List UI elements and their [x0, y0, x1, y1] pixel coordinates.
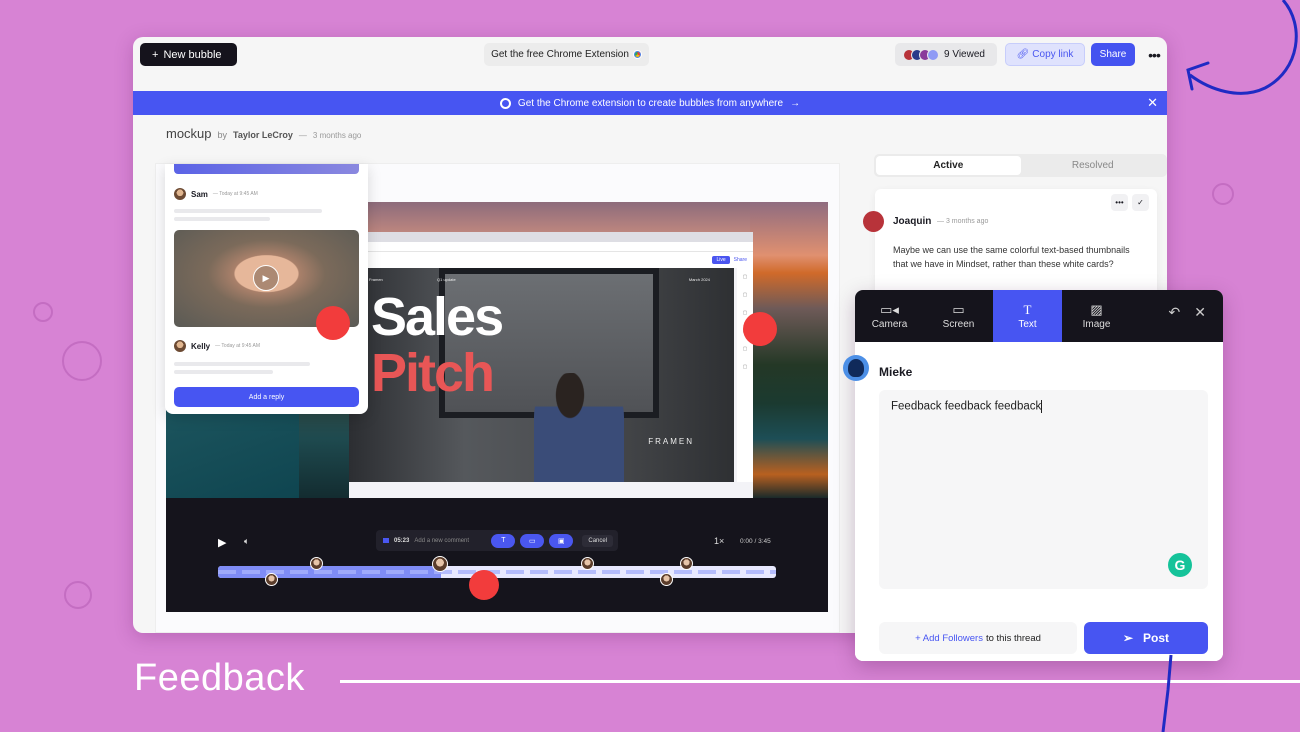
decorative-arrows: [1161, 0, 1298, 732]
connector-line: [1161, 654, 1173, 732]
curved-arrow-icon: [1189, 0, 1298, 95]
